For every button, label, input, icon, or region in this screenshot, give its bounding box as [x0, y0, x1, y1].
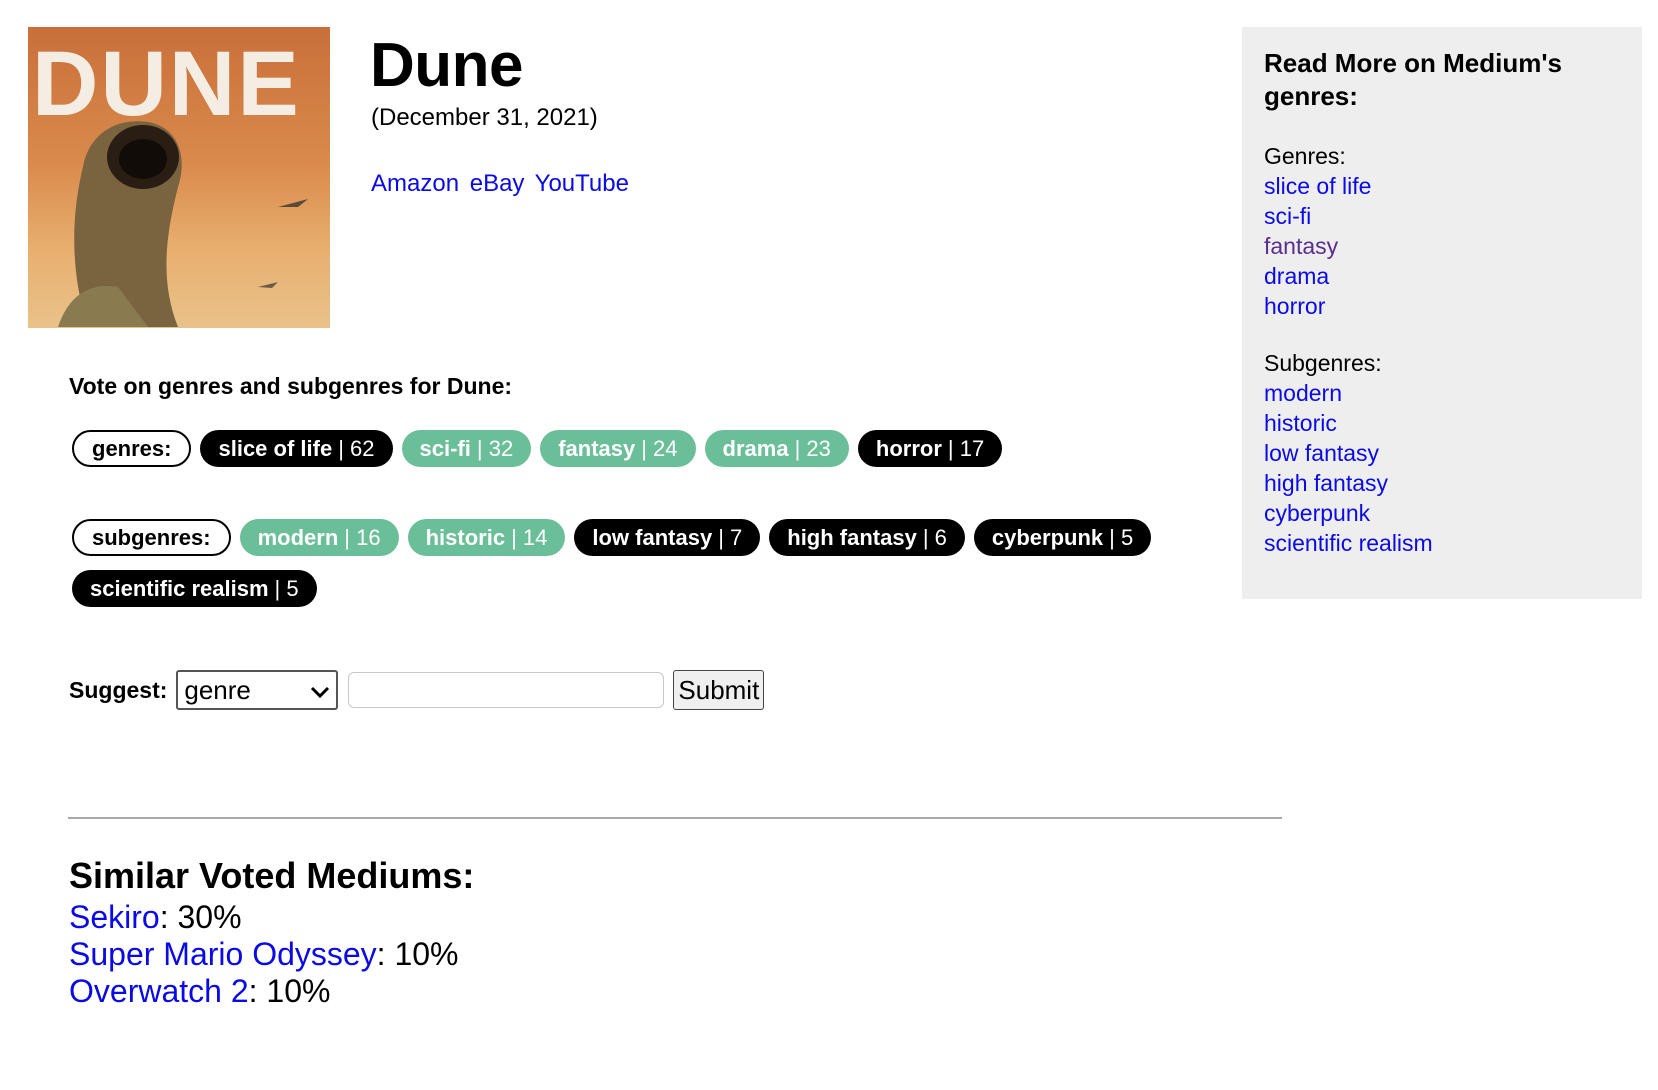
sidebar-subgenre-link[interactable]: low fantasy	[1264, 438, 1620, 468]
genre-tag-horror[interactable]: horror | 17	[857, 430, 1003, 467]
sidebar-subgenres-label: Subgenres:	[1264, 350, 1382, 376]
cover-image: DUNE	[28, 27, 330, 328]
subgenre-tag-historic[interactable]: historic | 14	[407, 519, 566, 556]
suggest-input[interactable]	[348, 672, 665, 708]
sidebar: Read More on Medium's genres: Genres: sl…	[1242, 27, 1642, 599]
subgenre-tags: subgenres: modern | 16 historic | 14 low f…	[72, 519, 1232, 607]
section-divider	[68, 817, 1282, 819]
genres-label-pill: genres:	[72, 430, 192, 467]
sidebar-genre-link[interactable]: drama	[1264, 261, 1620, 291]
sidebar-genre-link[interactable]: horror	[1264, 291, 1620, 321]
similar-mediums: Similar Voted Mediums: Sekiro: 30% Super…	[69, 855, 474, 1010]
vote-heading: Vote on genres and subgenres for Dune:	[69, 373, 513, 399]
sidebar-subgenre-link[interactable]: high fantasy	[1264, 468, 1620, 498]
external-links: Amazon eBay YouTube	[371, 170, 633, 198]
suggest-type-value: genre	[184, 674, 251, 705]
page-title: Dune	[370, 31, 524, 100]
similar-item: Overwatch 2: 10%	[69, 973, 331, 1009]
similar-link-sekiro[interactable]: Sekiro	[69, 899, 160, 935]
sidebar-subgenre-link[interactable]: cyberpunk	[1264, 498, 1620, 528]
sidebar-genre-link[interactable]: fantasy	[1264, 231, 1620, 261]
ebay-link[interactable]: eBay	[470, 170, 525, 197]
chevron-down-icon	[310, 675, 330, 706]
suggest-label: Suggest:	[69, 676, 168, 703]
subgenre-tag-high-fantasy[interactable]: high fantasy | 6	[769, 519, 965, 556]
similar-item: Super Mario Odyssey: 10%	[69, 936, 459, 972]
youtube-link[interactable]: YouTube	[535, 170, 629, 197]
subgenre-tag-cyberpunk[interactable]: cyberpunk | 5	[973, 519, 1152, 556]
subgenre-tag-low-fantasy[interactable]: low fantasy | 7	[574, 519, 761, 556]
sidebar-genre-link[interactable]: sci-fi	[1264, 201, 1620, 231]
sidebar-subgenre-link[interactable]: historic	[1264, 408, 1620, 438]
subgenre-tag-scientific-realism[interactable]: scientific realism | 5	[72, 570, 317, 607]
genre-tag-drama[interactable]: drama | 23	[704, 430, 849, 467]
genre-tag-fantasy[interactable]: fantasy | 24	[540, 430, 696, 467]
suggest-type-select[interactable]: genre	[176, 670, 339, 710]
similar-link-overwatch-2[interactable]: Overwatch 2	[69, 973, 249, 1009]
sidebar-heading: Read More on Medium's genres:	[1264, 48, 1562, 111]
genre-tags: genres: slice of life | 62 sci-fi | 32 fan…	[72, 430, 1232, 467]
genre-tag-slice-of-life[interactable]: slice of life | 62	[200, 430, 393, 467]
genre-tag-sci-fi[interactable]: sci-fi | 32	[401, 430, 532, 467]
subgenre-tag-modern[interactable]: modern | 16	[239, 519, 399, 556]
subgenres-label-pill: subgenres:	[72, 519, 231, 556]
svg-text:DUNE: DUNE	[32, 33, 301, 135]
submit-button[interactable]: Submit	[673, 670, 765, 710]
sidebar-genre-link[interactable]: slice of life	[1264, 171, 1620, 201]
sidebar-subgenre-link[interactable]: scientific realism	[1264, 528, 1620, 558]
amazon-link[interactable]: Amazon	[371, 170, 459, 197]
similar-item: Sekiro: 30%	[69, 899, 242, 935]
sidebar-genres-label: Genres:	[1264, 143, 1346, 169]
release-date: (December 31, 2021)	[371, 104, 598, 131]
sidebar-subgenres: Subgenres: modern historic low fantasy h…	[1264, 348, 1620, 558]
sidebar-subgenre-link[interactable]: modern	[1264, 378, 1620, 408]
suggest-form: Suggest: genre Submit	[69, 670, 765, 710]
sidebar-genres: Genres: slice of life sci-fi fantasy dra…	[1264, 141, 1620, 321]
similar-link-super-mario-odyssey[interactable]: Super Mario Odyssey	[69, 936, 377, 972]
similar-heading: Similar Voted Mediums:	[69, 855, 475, 896]
